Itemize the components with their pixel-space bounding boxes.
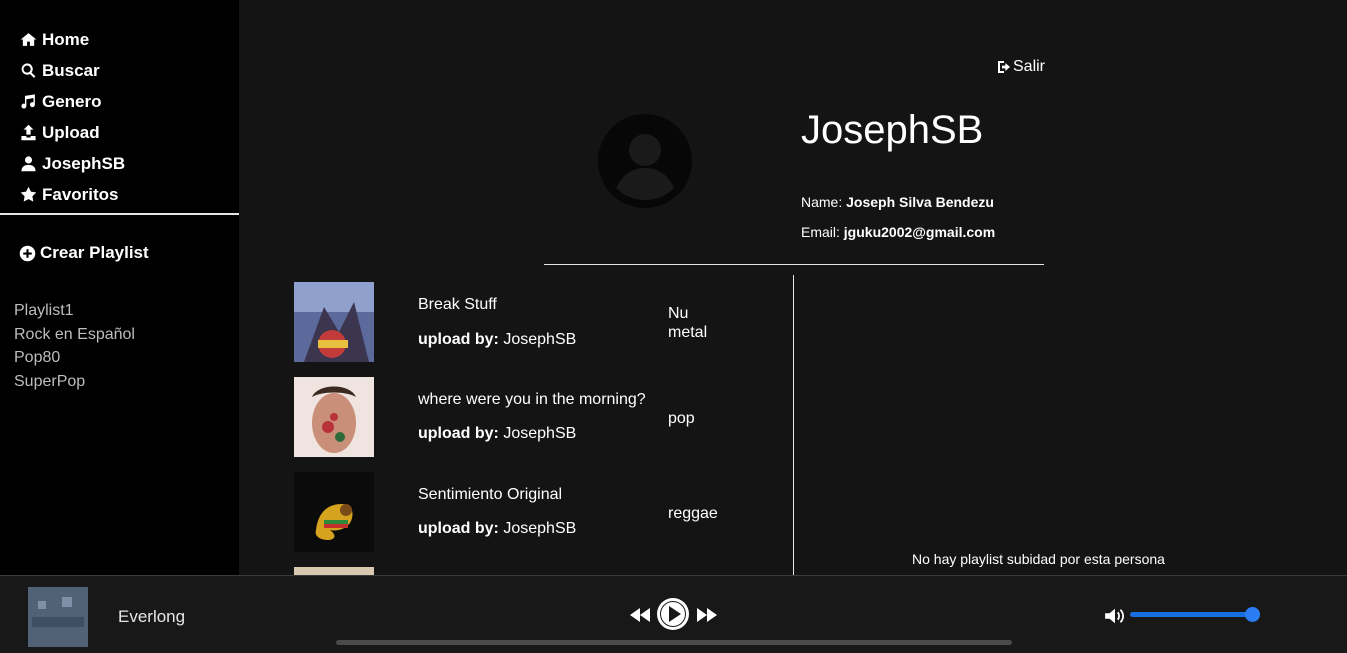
song-genre: pop (668, 410, 695, 427)
volume-thumb[interactable] (1245, 607, 1260, 622)
list-item[interactable]: Sentimiento Original upload by: JosephSB… (294, 472, 774, 567)
sidebar-item-upload[interactable]: Upload (0, 117, 239, 148)
previous-button[interactable] (629, 597, 651, 633)
sidebar-item-label: Buscar (42, 60, 100, 80)
sidebar-item-buscar[interactable]: Buscar (0, 55, 239, 86)
now-playing-title: Everlong (118, 607, 186, 626)
playlist-list: Playlist1 Rock en Español Pop80 SuperPop (14, 300, 135, 394)
sidebar: Home Buscar Genero Upload JosephSB Favor… (0, 0, 239, 575)
avatar (598, 114, 692, 208)
uploader-name: JosephSB (503, 425, 577, 442)
plus-circle-icon (19, 245, 36, 261)
uploader-name: JosephSB (503, 331, 577, 348)
play-button[interactable] (656, 597, 690, 631)
logout-button[interactable]: Salir (996, 58, 1045, 76)
song-genre: reggae (668, 505, 718, 522)
song-title[interactable]: where were you in the morning? (418, 391, 646, 409)
playlist-item[interactable]: Playlist1 (14, 300, 135, 324)
song-uploader: upload by: JosephSB (418, 331, 576, 349)
volume-icon[interactable] (1104, 607, 1126, 625)
create-playlist-button[interactable]: Crear Playlist (19, 243, 149, 263)
profile-username: JosephSB (801, 108, 984, 152)
album-cover (294, 377, 374, 457)
sidebar-item-label: Genero (42, 91, 102, 111)
playlist-item[interactable]: Pop80 (14, 347, 135, 371)
sidebar-divider (0, 213, 239, 215)
uploaded-songs-list: Break Stuff upload by: JosephSB Nu metal… (294, 282, 774, 575)
upload-label: upload by: (418, 520, 499, 537)
song-title[interactable]: Break Stuff (418, 296, 497, 314)
song-title[interactable]: Sentimiento Original (418, 486, 562, 504)
sidebar-nav: Home Buscar Genero Upload JosephSB Favor… (0, 0, 239, 210)
song-uploader: upload by: JosephSB (418, 425, 576, 443)
volume-slider[interactable] (1130, 607, 1260, 622)
song-genre: Nu metal (668, 305, 708, 341)
upload-label: upload by: (418, 331, 499, 348)
list-item[interactable]: Break Stuff upload by: JosephSB Nu metal (294, 282, 774, 377)
album-cover (294, 472, 374, 552)
sidebar-item-label: Home (42, 29, 90, 49)
profile-divider (544, 264, 1044, 265)
user-icon (19, 155, 38, 173)
sidebar-item-genero[interactable]: Genero (0, 86, 239, 117)
email-value: jguku2002@gmail.com (843, 224, 996, 240)
next-button[interactable] (696, 597, 718, 633)
home-icon (19, 31, 38, 49)
column-divider (793, 275, 794, 575)
sidebar-item-label: Favoritos (42, 184, 119, 204)
name-label: Name: (801, 194, 843, 210)
create-playlist-label: Crear Playlist (40, 243, 149, 262)
sidebar-item-favoritos[interactable]: Favoritos (0, 179, 239, 210)
search-icon (19, 62, 38, 80)
profile-email-row: Email: jguku2002@gmail.com (801, 224, 995, 240)
album-cover (294, 282, 374, 362)
album-cover (294, 567, 374, 575)
sidebar-item-profile[interactable]: JosephSB (0, 148, 239, 179)
star-icon (19, 186, 38, 204)
rewind-icon (630, 608, 650, 622)
sidebar-item-home[interactable]: Home (0, 24, 239, 55)
play-icon (657, 598, 689, 630)
list-item[interactable]: where were you in the morning? upload by… (294, 377, 774, 472)
playlist-item[interactable]: SuperPop (14, 371, 135, 395)
profile-name-row: Name: Joseph Silva Bendezu (801, 194, 994, 210)
upload-label: upload by: (418, 425, 499, 442)
sign-out-icon (998, 61, 1010, 73)
music-player: Everlong (0, 575, 1347, 653)
upload-icon (19, 124, 38, 142)
uploader-name: JosephSB (503, 520, 577, 537)
no-playlist-message: No hay playlist subidad por esta persona (912, 551, 1165, 567)
song-uploader: upload by: JosephSB (418, 520, 576, 538)
email-label: Email: (801, 224, 840, 240)
music-note-icon (19, 93, 38, 111)
forward-icon (697, 608, 717, 622)
sidebar-item-label: JosephSB (42, 153, 126, 173)
name-value: Joseph Silva Bendezu (846, 194, 994, 210)
progress-bar[interactable] (336, 640, 1012, 645)
logout-label: Salir (1013, 58, 1046, 75)
sidebar-item-label: Upload (42, 122, 100, 142)
now-playing-cover (28, 587, 88, 647)
playlist-item[interactable]: Rock en Español (14, 324, 135, 348)
profile-main: Salir JosephSB Name: Joseph Silva Bendez… (239, 0, 1347, 575)
